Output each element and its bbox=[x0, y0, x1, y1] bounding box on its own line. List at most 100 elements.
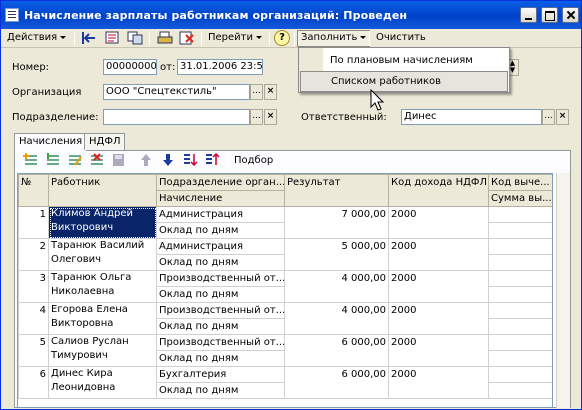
result-cell[interactable]: 7 000,00 bbox=[284, 206, 389, 239]
department-cell[interactable]: Администрация bbox=[156, 206, 285, 223]
deduction-code-cell[interactable] bbox=[488, 206, 552, 223]
income-code-cell[interactable]: 2000 bbox=[388, 302, 489, 335]
employee-cell[interactable]: Таранюк Ольга Николаевна bbox=[48, 270, 157, 303]
actions-menu-button[interactable]: Действия bbox=[7, 31, 67, 46]
table-row[interactable]: 4 Егорова Елена Викторовна Производственны… bbox=[18, 302, 552, 335]
col-deduction-code[interactable]: Код выче... bbox=[488, 174, 552, 191]
maximize-button[interactable] bbox=[541, 7, 558, 23]
tab-ndfl[interactable]: НДФЛ bbox=[84, 133, 126, 150]
sort-asc-icon[interactable] bbox=[182, 153, 198, 167]
row-number: 4 bbox=[18, 302, 49, 335]
deduction-code-cell[interactable] bbox=[488, 366, 552, 383]
print-icon[interactable] bbox=[157, 31, 173, 45]
employee-cell[interactable]: Таранюк Василий Олегович bbox=[48, 238, 157, 271]
responsible-clear-icon[interactable]: × bbox=[556, 109, 569, 125]
employee-cell[interactable]: Салиов Руслан Тимурович bbox=[48, 334, 157, 367]
deduction-sum-cell[interactable] bbox=[488, 350, 552, 367]
help-button[interactable]: ? bbox=[274, 30, 290, 46]
col-deduction-sum[interactable]: Сумма вы... bbox=[488, 190, 552, 207]
department-cell[interactable]: Бухгалтерия bbox=[156, 366, 285, 383]
goto-menu-button[interactable]: Перейти bbox=[208, 31, 262, 46]
tab-accruals[interactable]: Начисления bbox=[14, 133, 88, 151]
organization-select-button[interactable]: ... bbox=[250, 84, 263, 100]
employee-cell[interactable]: Климов Андрей Викторович bbox=[48, 206, 157, 239]
table-row[interactable]: 6 Динес Кира Леонидовна Бухгалтерия 6 000,0… bbox=[18, 366, 552, 399]
col-department[interactable]: Подразделение орган... bbox=[156, 174, 285, 191]
accrual-cell[interactable]: Оклад по дням bbox=[156, 286, 285, 303]
deduction-sum-cell[interactable] bbox=[488, 318, 552, 335]
organization-clear-icon[interactable]: × bbox=[264, 84, 277, 100]
income-code-cell[interactable]: 2000 bbox=[388, 334, 489, 367]
sort-desc-icon[interactable] bbox=[204, 153, 220, 167]
col-accrual[interactable]: Начисление bbox=[156, 190, 285, 207]
department-cell[interactable]: Производственный от... bbox=[156, 302, 285, 319]
clear-button[interactable]: Очистить bbox=[376, 31, 426, 46]
employee-cell[interactable]: Егорова Елена Викторовна bbox=[48, 302, 157, 335]
col-result[interactable]: Результат bbox=[284, 174, 389, 207]
table-row[interactable]: 2 Таранюк Василий Олегович Администрация 5 … bbox=[18, 238, 552, 271]
accrual-cell[interactable]: Оклад по дням bbox=[156, 350, 285, 367]
department-cell[interactable]: Производственный от... bbox=[156, 270, 285, 287]
structure-icon[interactable] bbox=[105, 31, 121, 45]
subordinate-icon[interactable] bbox=[127, 31, 143, 45]
number-field[interactable]: 000000000 bbox=[103, 59, 157, 75]
save-row-icon[interactable] bbox=[111, 153, 127, 167]
income-code-cell[interactable]: 2000 bbox=[388, 270, 489, 303]
table-scrollbar[interactable] bbox=[556, 173, 570, 408]
accrual-cell[interactable]: Оклад по дням bbox=[156, 318, 285, 335]
employee-cell[interactable]: Динес Кира Леонидовна bbox=[48, 366, 157, 399]
income-code-cell[interactable]: 2000 bbox=[388, 206, 489, 239]
income-code-cell[interactable]: 2000 bbox=[388, 238, 489, 271]
move-up-icon[interactable] bbox=[138, 153, 154, 167]
table-row[interactable]: 1 Климов Андрей Викторович Администрация 7 … bbox=[18, 206, 552, 239]
fill-label: Заполнить bbox=[301, 32, 358, 43]
table-row[interactable]: 5 Салиов Руслан Тимурович Производственный… bbox=[18, 334, 552, 367]
responsible-field[interactable]: Динес bbox=[401, 109, 542, 125]
move-down-icon[interactable] bbox=[160, 153, 176, 167]
add-row-icon[interactable] bbox=[23, 153, 39, 167]
department-field[interactable] bbox=[103, 109, 250, 125]
title-bar[interactable]: Начисление зарплаты работникам организац… bbox=[1, 1, 581, 29]
accrual-cell[interactable]: Оклад по дням bbox=[156, 382, 285, 399]
delete-row-icon[interactable] bbox=[89, 153, 105, 167]
copy-row-icon[interactable] bbox=[45, 153, 61, 167]
deduction-sum-cell[interactable] bbox=[488, 286, 552, 303]
deduction-sum-cell[interactable] bbox=[488, 382, 552, 399]
table-row[interactable]: 3 Таранюк Ольга Николаевна Производственны… bbox=[18, 270, 552, 303]
post-document-icon[interactable] bbox=[179, 31, 195, 45]
col-employee[interactable]: Работник bbox=[48, 174, 157, 207]
accrual-cell[interactable]: Оклад по дням bbox=[156, 254, 285, 271]
menu-item-planned-accruals[interactable]: По плановым начислениям bbox=[300, 50, 508, 71]
income-code-cell[interactable]: 2000 bbox=[388, 366, 489, 399]
accrual-cell[interactable]: Оклад по дням bbox=[156, 222, 285, 239]
window-title: Начисление зарплаты работникам организац… bbox=[24, 9, 408, 22]
result-cell[interactable]: 6 000,00 bbox=[284, 334, 389, 367]
result-cell[interactable]: 5 000,00 bbox=[284, 238, 389, 271]
deduction-sum-cell[interactable] bbox=[488, 254, 552, 271]
organization-field[interactable]: ООО "Спецтекстиль" bbox=[103, 84, 250, 100]
deduction-code-cell[interactable] bbox=[488, 334, 552, 351]
selection-button[interactable]: Подбор bbox=[234, 155, 273, 166]
department-cell[interactable]: Администрация bbox=[156, 238, 285, 255]
date-field[interactable]: 31.01.2006 23:59 bbox=[177, 59, 263, 75]
close-button[interactable] bbox=[562, 7, 579, 23]
col-income-code[interactable]: Код дохода НДФЛ bbox=[388, 174, 489, 207]
deduction-code-cell[interactable] bbox=[488, 270, 552, 287]
deduction-sum-cell[interactable] bbox=[488, 222, 552, 239]
menu-item-employee-list[interactable]: Списком работников bbox=[300, 71, 508, 92]
responsible-select-button[interactable]: ... bbox=[542, 109, 555, 125]
accruals-table[interactable]: № Работник Подразделение орган... Резуль… bbox=[17, 173, 553, 408]
move-left-icon[interactable] bbox=[81, 31, 97, 45]
minimize-button[interactable] bbox=[520, 7, 537, 23]
deduction-code-cell[interactable] bbox=[488, 302, 552, 319]
fill-menu-button[interactable]: Заполнить bbox=[297, 30, 371, 47]
col-number[interactable]: № bbox=[18, 174, 49, 207]
result-cell[interactable]: 4 000,00 bbox=[284, 302, 389, 335]
result-cell[interactable]: 4 000,00 bbox=[284, 270, 389, 303]
result-cell[interactable]: 6 000,00 bbox=[284, 366, 389, 399]
deduction-code-cell[interactable] bbox=[488, 238, 552, 255]
department-cell[interactable]: Производственный от... bbox=[156, 334, 285, 351]
edit-row-icon[interactable] bbox=[67, 153, 83, 167]
department-select-button[interactable]: ... bbox=[250, 109, 263, 125]
department-clear-icon[interactable]: × bbox=[264, 109, 277, 125]
